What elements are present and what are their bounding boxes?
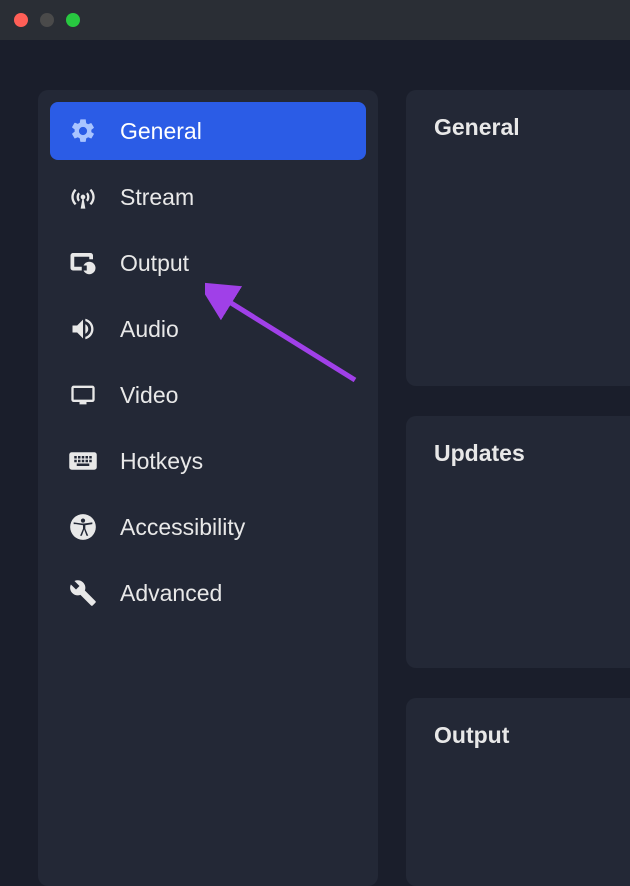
sidebar-item-label: Advanced (120, 580, 222, 607)
panel-title: Output (434, 722, 630, 749)
output-icon (68, 248, 98, 278)
sidebar-item-audio[interactable]: Audio (50, 300, 366, 358)
sidebar-item-label: General (120, 118, 202, 145)
accessibility-icon (68, 512, 98, 542)
settings-content: General Stream Output Audio Video (0, 40, 630, 886)
sidebar-item-label: Stream (120, 184, 194, 211)
window-minimize-button[interactable] (40, 13, 54, 27)
sidebar-item-hotkeys[interactable]: Hotkeys (50, 432, 366, 490)
panel-body-text: Up (434, 487, 630, 574)
keyboard-icon (68, 446, 98, 476)
sidebar-item-label: Video (120, 382, 178, 409)
sidebar-item-label: Audio (120, 316, 179, 343)
sidebar-item-general[interactable]: General (50, 102, 366, 160)
sidebar-item-stream[interactable]: Stream (50, 168, 366, 226)
antenna-icon (68, 182, 98, 212)
window-titlebar (0, 0, 630, 40)
settings-panels: General Updates Up Output (406, 90, 630, 886)
panel-updates: Updates Up (406, 416, 630, 668)
gear-icon (68, 116, 98, 146)
panel-general: General (406, 90, 630, 386)
window-maximize-button[interactable] (66, 13, 80, 27)
monitor-icon (68, 380, 98, 410)
panel-output: Output (406, 698, 630, 886)
sidebar-item-output[interactable]: Output (50, 234, 366, 292)
sidebar-item-accessibility[interactable]: Accessibility (50, 498, 366, 556)
sidebar-item-label: Hotkeys (120, 448, 203, 475)
speaker-icon (68, 314, 98, 344)
panel-title: Updates (434, 440, 630, 467)
sidebar-item-advanced[interactable]: Advanced (50, 564, 366, 622)
panel-title: General (434, 114, 630, 141)
sidebar-item-label: Accessibility (120, 514, 245, 541)
sidebar-item-label: Output (120, 250, 189, 277)
sidebar-item-video[interactable]: Video (50, 366, 366, 424)
window-close-button[interactable] (14, 13, 28, 27)
settings-sidebar: General Stream Output Audio Video (38, 90, 378, 886)
tools-icon (68, 578, 98, 608)
